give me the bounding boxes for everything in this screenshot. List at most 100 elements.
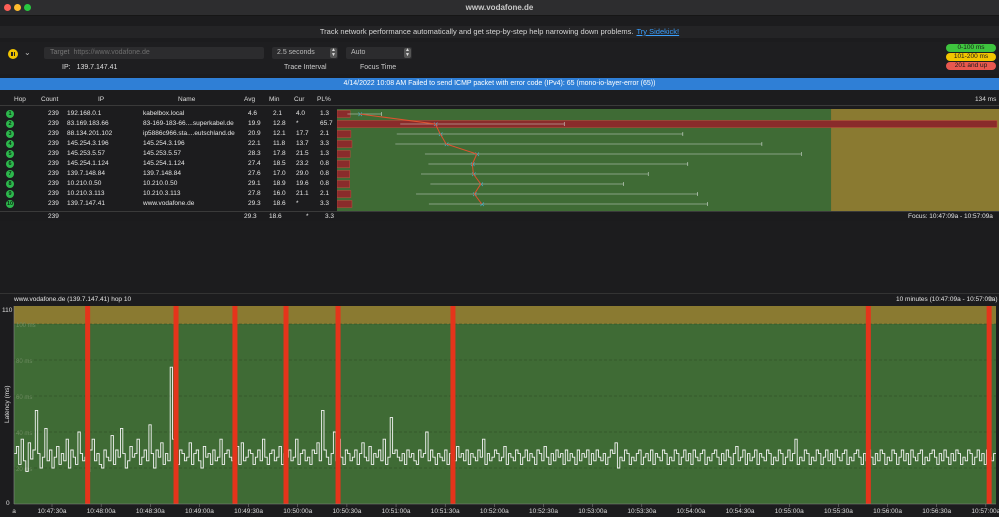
count-cell: 239: [48, 150, 59, 157]
hop-row[interactable]: 8 239 10.210.0.50 10.210.0.50 29.1 18.9 19.6 0.…: [0, 179, 337, 189]
hop-number: 1: [6, 110, 14, 118]
latency-zone: [14, 306, 996, 324]
focus-time-label: Focus Time: [360, 64, 397, 71]
count-cell: 239: [48, 130, 59, 137]
col-hop[interactable]: Hop: [14, 96, 26, 103]
grid-label: 80 ms: [16, 359, 32, 365]
hop-number: 7: [6, 170, 14, 178]
ip-cell: 139.7.147.41: [67, 200, 105, 207]
hop-row[interactable]: 10 239 139.7.147.41 www.vodafone.de 29.3 18.6…: [0, 199, 337, 209]
pl-cell: 1.3: [320, 110, 330, 117]
stepper-arrows-icon[interactable]: ▲ ▼: [404, 48, 411, 58]
promo-banner: Track network performance automatically …: [0, 26, 999, 38]
avg-cell: 27.6: [248, 170, 261, 177]
x-tick-label: 10:53:00a: [578, 508, 607, 515]
count-cell: 239: [48, 140, 59, 147]
trace-interval-select[interactable]: 2.5 seconds ▲ ▼: [272, 47, 338, 59]
sidekick-link[interactable]: Try Sidekick!: [636, 27, 679, 36]
avg-cell: 29.1: [248, 180, 261, 187]
packet-loss-bar: [337, 170, 350, 178]
hop-row[interactable]: 4 239 145.254.3.196 145.254.3.196 22.1 11.8 13…: [0, 139, 337, 149]
target-input[interactable]: Target https://www.vodafone.de: [44, 47, 264, 59]
packet-loss-bar: [337, 130, 352, 138]
hop-row[interactable]: 3 239 88.134.201.102 ip5886c966.sta....euts…: [0, 129, 337, 139]
hop-row[interactable]: 2 239 83.169.183.66 83-169-183-66....superk…: [0, 119, 337, 129]
focus-label: Focus: 10:47:09a - 10:57:09a: [908, 213, 993, 220]
total-pl: 3.3: [325, 213, 335, 220]
col-count[interactable]: Count: [41, 96, 58, 103]
min-cell: 18.6: [273, 200, 286, 207]
ip-cell: 145.254.3.196: [67, 140, 109, 147]
hop-row[interactable]: 1 239 192.168.0.1 kabelbox.local 4.6 2.1 4.0 1.…: [0, 109, 337, 119]
latency-zone: [14, 324, 996, 504]
ip-display: IP: 139.7.147.41: [62, 64, 117, 71]
count-cell: 239: [48, 110, 59, 117]
packet-loss-bar: [337, 160, 350, 168]
avg-cell: 27.4: [248, 160, 261, 167]
ip-cell: 145.253.5.57: [67, 150, 105, 157]
name-cell: ip5886c966.sta....eutschland.de: [143, 130, 235, 137]
packet-loss-marker: [335, 306, 341, 504]
col-cur[interactable]: Cur: [294, 96, 304, 103]
cur-cell: 4.0: [296, 110, 306, 117]
x-tick-label: 10:54:00a: [676, 508, 705, 515]
expand-icon[interactable]: ⊕: [988, 295, 993, 304]
cur-cell: *: [296, 120, 299, 127]
cur-cell: 23.2: [296, 160, 309, 167]
avg-cell: 22.1: [248, 140, 261, 147]
hop-number: 9: [6, 190, 14, 198]
x-tick-label: 10:52:30a: [529, 508, 558, 515]
hop-row[interactable]: 5 239 145.253.5.57 145.253.5.57 28.3 17.8 21.5…: [0, 149, 337, 159]
legend-low: 0-100 ms: [946, 44, 996, 52]
hop-number: 6: [6, 160, 14, 168]
pause-button[interactable]: [8, 49, 18, 59]
x-tick-label: 10:48:30a: [136, 508, 165, 515]
avg-cell: 19.9: [248, 120, 261, 127]
avg-cell: 20.9: [248, 130, 261, 137]
avg-cell: 29.3: [248, 200, 261, 207]
name-cell: 83-169-183-66....superkabel.de: [143, 120, 234, 127]
x-tick-label: 10:55:30a: [824, 508, 853, 515]
avg-cell: 27.8: [248, 190, 261, 197]
legend-high: 201 and up: [946, 62, 996, 70]
col-ip[interactable]: IP: [98, 96, 104, 103]
pl-cell: 2.1: [320, 130, 330, 137]
min-cell: 17.0: [273, 170, 286, 177]
min-cell: 12.1: [273, 130, 286, 137]
stepper-arrows-icon[interactable]: ▲ ▼: [330, 48, 337, 58]
col-min[interactable]: Min: [269, 96, 279, 103]
x-tick-label: a: [12, 508, 16, 515]
pl-cell: 0.8: [320, 160, 330, 167]
col-pl[interactable]: PL%: [317, 96, 331, 103]
legend-mid: 101-200 ms: [946, 53, 996, 61]
hop-row[interactable]: 6 239 145.254.1.124 145.254.1.124 27.4 18.5 23…: [0, 159, 337, 169]
count-cell: 239: [48, 200, 59, 207]
name-cell: 145.254.3.196: [143, 140, 185, 147]
col-name[interactable]: Name: [178, 96, 195, 103]
trace-interval-label: Trace Interval: [284, 64, 327, 71]
toolbar: ⌄ Target https://www.vodafone.de IP: 139.7…: [0, 42, 999, 74]
x-tick-label: 10:57:00a: [971, 508, 999, 515]
col-avg[interactable]: Avg: [244, 96, 255, 103]
hop-row[interactable]: 7 239 139.7.148.84 139.7.148.84 27.6 17.0 29.0…: [0, 169, 337, 179]
y-tick-label: 0: [6, 500, 10, 507]
x-tick-label: 10:51:30a: [431, 508, 460, 515]
target-placeholder: https://www.vodafone.de: [73, 49, 150, 56]
hop-row[interactable]: 9 239 10.210.3.113 10.210.3.113 27.8 16.0 21.1…: [0, 189, 337, 199]
chevron-down-icon[interactable]: ⌄: [24, 48, 31, 57]
total-avg: 29.3: [244, 213, 257, 220]
timeline-header: www.vodafone.de (139.7.147.41) hop 10 10…: [0, 295, 999, 304]
hop-table-header: Hop Count IP Name Avg Min Cur PL% 134 ms: [0, 94, 999, 106]
x-tick-label: 10:56:00a: [873, 508, 902, 515]
trace-interval-value: 2.5 seconds: [277, 49, 315, 56]
focus-time-select[interactable]: Auto ▲ ▼: [346, 47, 412, 59]
x-tick-label: 10:49:00a: [185, 508, 214, 515]
packet-loss-marker: [85, 306, 91, 504]
x-tick-label: 10:51:00a: [382, 508, 411, 515]
route-latency-graph: ××××××××××: [337, 109, 999, 211]
latency-timeline-chart: 100 ms 80 ms 60 ms 40 ms 20 ms 110 0 Latency (m…: [0, 304, 999, 517]
spacer-area: [0, 221, 999, 294]
ip-cell: 10.210.0.50: [67, 180, 102, 187]
name-cell: 10.210.0.50: [143, 180, 178, 187]
total-min: 18.6: [269, 213, 282, 220]
